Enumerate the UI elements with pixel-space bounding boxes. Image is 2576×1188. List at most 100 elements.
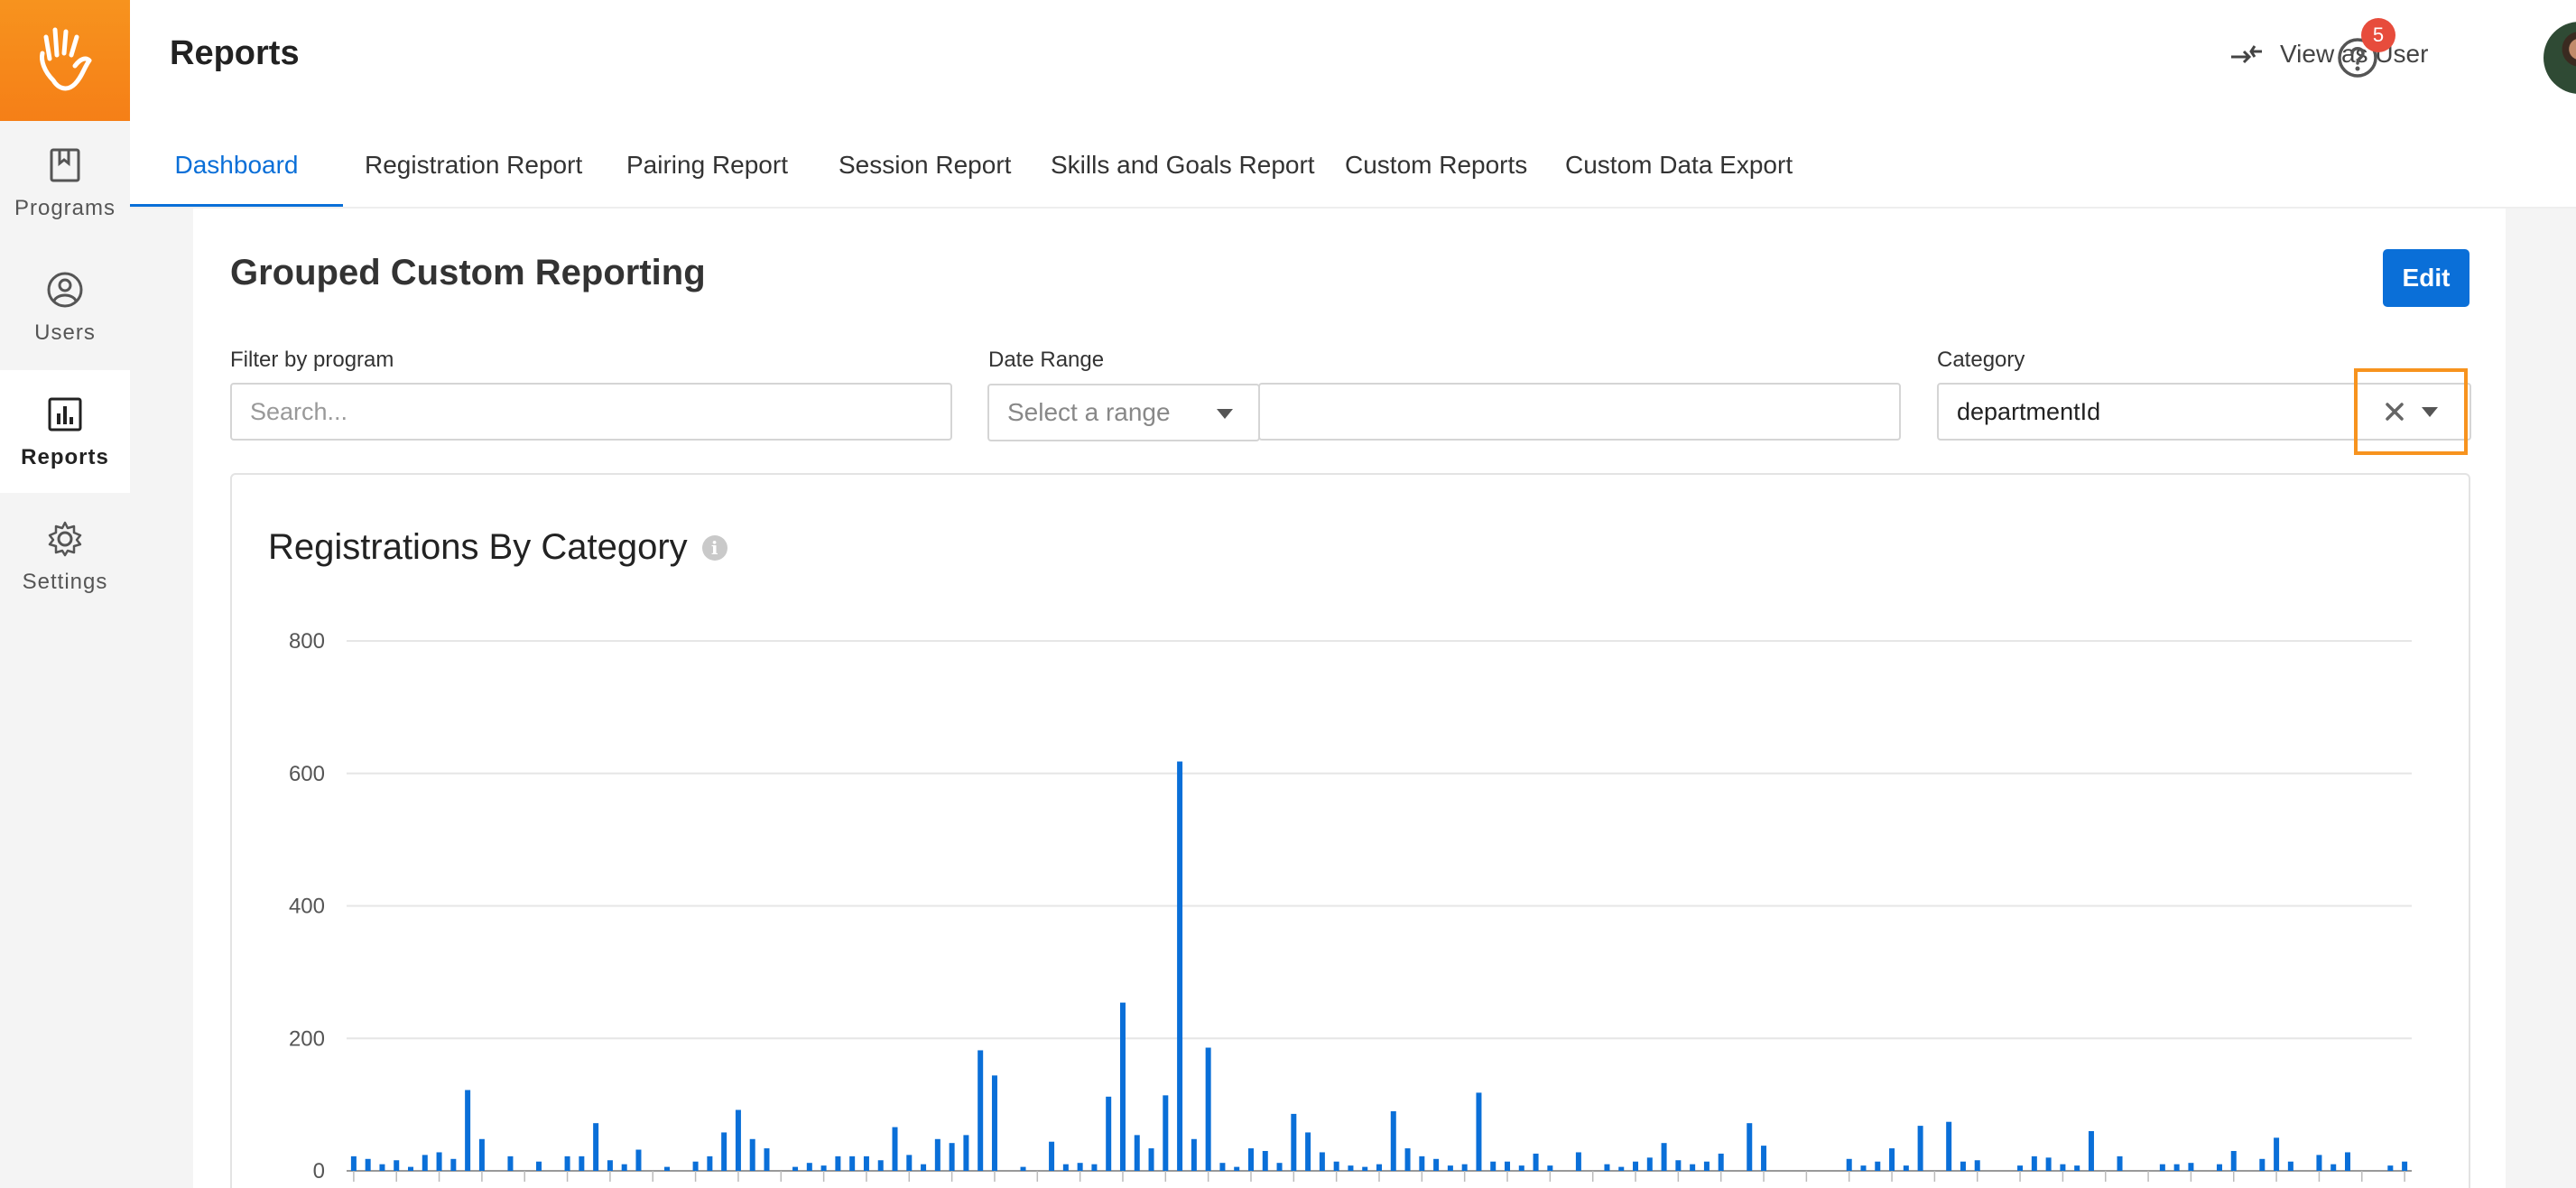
chart-bar[interactable] bbox=[2045, 1157, 2052, 1171]
chart-bar[interactable] bbox=[2344, 1152, 2350, 1171]
chart-bar[interactable] bbox=[1106, 1096, 1112, 1171]
tab-session-report[interactable]: Session Report bbox=[839, 144, 1011, 208]
sidebar-item-settings[interactable]: Settings bbox=[0, 495, 130, 617]
tab-registration-report[interactable]: Registration Report bbox=[365, 144, 582, 208]
chart-bar[interactable] bbox=[2387, 1165, 2394, 1171]
chart-bar[interactable] bbox=[2274, 1137, 2280, 1171]
chart-bar[interactable] bbox=[2159, 1164, 2165, 1171]
tab-pairing-report[interactable]: Pairing Report bbox=[626, 144, 788, 208]
chart-bar[interactable] bbox=[564, 1156, 570, 1171]
chart-bar[interactable] bbox=[877, 1160, 884, 1171]
chart-bar[interactable] bbox=[664, 1166, 671, 1171]
chart-bar[interactable] bbox=[949, 1143, 955, 1171]
chart-bar[interactable] bbox=[1675, 1160, 1682, 1171]
chart-bar[interactable] bbox=[2173, 1164, 2180, 1171]
chart-bar[interactable] bbox=[921, 1164, 927, 1171]
chart-bar[interactable] bbox=[1974, 1160, 1980, 1171]
chart-bar[interactable] bbox=[1362, 1166, 1368, 1171]
chart-bar[interactable] bbox=[536, 1161, 542, 1171]
chart-bar[interactable] bbox=[735, 1109, 741, 1171]
chart-bar[interactable] bbox=[1646, 1157, 1653, 1171]
chart-bar[interactable] bbox=[2074, 1165, 2080, 1171]
chart-bar[interactable] bbox=[707, 1156, 713, 1171]
chart-bar[interactable] bbox=[2330, 1164, 2337, 1171]
chart-bar[interactable] bbox=[835, 1156, 841, 1171]
chart-bar[interactable] bbox=[1718, 1153, 1724, 1171]
chart-bar[interactable] bbox=[1219, 1163, 1226, 1171]
chart-bar[interactable] bbox=[379, 1164, 385, 1171]
chart-bar[interactable] bbox=[1262, 1150, 1268, 1171]
sidebar-item-programs[interactable]: Programs bbox=[0, 121, 130, 244]
chart-bar[interactable] bbox=[2188, 1163, 2194, 1171]
chart-bar[interactable] bbox=[1191, 1138, 1197, 1171]
chart-bar[interactable] bbox=[1049, 1141, 1055, 1171]
chart-bar[interactable] bbox=[1547, 1165, 1553, 1171]
chart-bar[interactable] bbox=[1134, 1135, 1140, 1171]
chart-bar[interactable] bbox=[579, 1156, 585, 1171]
chart-bar[interactable] bbox=[1661, 1143, 1667, 1171]
date-range-select[interactable]: Select a range bbox=[987, 384, 1260, 441]
chart-bar[interactable] bbox=[1889, 1148, 1895, 1171]
program-search-input[interactable]: Search... bbox=[230, 383, 952, 441]
chart-bar[interactable] bbox=[465, 1090, 471, 1171]
tab-custom-reports[interactable]: Custom Reports bbox=[1345, 144, 1527, 208]
chart-bar[interactable] bbox=[1091, 1164, 1098, 1171]
chart-bar[interactable] bbox=[2402, 1161, 2408, 1171]
chart-bar[interactable] bbox=[1846, 1158, 1852, 1171]
clear-icon[interactable] bbox=[2384, 401, 2405, 422]
chart-bar[interactable] bbox=[350, 1156, 357, 1171]
chart-bar[interactable] bbox=[2316, 1155, 2322, 1171]
chart-bar[interactable] bbox=[2031, 1156, 2037, 1171]
chart-bar[interactable] bbox=[934, 1138, 941, 1171]
chart-bar[interactable] bbox=[1419, 1156, 1425, 1171]
chart-bar[interactable] bbox=[1376, 1164, 1382, 1171]
chart-bar[interactable] bbox=[906, 1155, 913, 1171]
chart-bar[interactable] bbox=[1319, 1152, 1325, 1171]
chart-bar[interactable] bbox=[978, 1050, 984, 1171]
chart-bar[interactable] bbox=[2216, 1164, 2222, 1171]
chart-bar[interactable] bbox=[507, 1156, 514, 1171]
sidebar-item-users[interactable]: Users bbox=[0, 246, 130, 368]
chart-bar[interactable] bbox=[593, 1123, 599, 1171]
chart-bar[interactable] bbox=[1247, 1148, 1254, 1171]
chart-bar[interactable] bbox=[1205, 1047, 1211, 1171]
chart-bar[interactable] bbox=[1875, 1161, 1881, 1171]
chart-bar[interactable] bbox=[408, 1166, 414, 1171]
chart-bar[interactable] bbox=[2088, 1130, 2094, 1171]
chart-bar[interactable] bbox=[478, 1138, 485, 1171]
chart-bar[interactable] bbox=[1533, 1153, 1539, 1171]
chart-bar[interactable] bbox=[1761, 1146, 1767, 1171]
chart-bar[interactable] bbox=[436, 1152, 442, 1171]
chart-bar[interactable] bbox=[764, 1148, 770, 1171]
chart-bar[interactable] bbox=[1690, 1164, 1696, 1171]
chart-bar[interactable] bbox=[1575, 1152, 1581, 1171]
chart-bar[interactable] bbox=[1348, 1165, 1354, 1171]
chart-bar[interactable] bbox=[2287, 1161, 2293, 1171]
chart-bar[interactable] bbox=[1960, 1161, 1966, 1171]
tab-dashboard[interactable]: Dashboard bbox=[130, 144, 343, 208]
chart-bar[interactable] bbox=[422, 1155, 428, 1171]
chart-bar[interactable] bbox=[1476, 1092, 1482, 1171]
chart-bar[interactable] bbox=[1077, 1163, 1083, 1171]
chart-bar[interactable] bbox=[1447, 1165, 1453, 1171]
chart-bar[interactable] bbox=[450, 1158, 457, 1171]
chart-bar[interactable] bbox=[991, 1075, 997, 1171]
chart-bar[interactable] bbox=[1404, 1148, 1411, 1171]
chart-bar[interactable] bbox=[820, 1165, 827, 1171]
view-as-user-button[interactable]: View as User bbox=[2229, 40, 2428, 69]
chart-bar[interactable] bbox=[1604, 1164, 1610, 1171]
date-range-input[interactable] bbox=[1258, 383, 1901, 441]
chart-bar[interactable] bbox=[1917, 1126, 1923, 1171]
chart-bar[interactable] bbox=[749, 1138, 755, 1171]
chart-bar[interactable] bbox=[1305, 1132, 1311, 1171]
chart-bar[interactable] bbox=[863, 1156, 869, 1171]
logo[interactable] bbox=[0, 0, 130, 121]
chart-bar[interactable] bbox=[806, 1163, 812, 1171]
chart-bar[interactable] bbox=[963, 1135, 969, 1171]
chart-bar[interactable] bbox=[1505, 1161, 1511, 1171]
caret-down-icon[interactable] bbox=[2422, 406, 2438, 417]
chart-bar[interactable] bbox=[621, 1164, 627, 1171]
chart-bar[interactable] bbox=[2017, 1165, 2024, 1171]
chart-bar[interactable] bbox=[607, 1160, 613, 1171]
avatar[interactable] bbox=[2544, 22, 2576, 94]
